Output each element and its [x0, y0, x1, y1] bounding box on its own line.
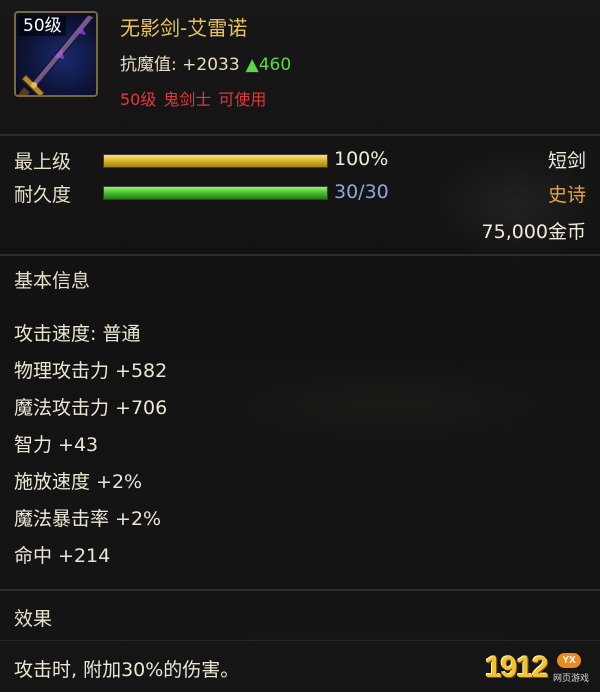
resist-value: 抗魔值: +2033 ▲460	[120, 50, 291, 75]
effect-text: 攻击时, 附加30%的伤害。	[14, 659, 240, 681]
stat-physical-attack: 物理攻击力 +582	[14, 360, 168, 382]
requirements: 50级 鬼剑士 可使用	[120, 86, 273, 110]
requirement-usable: 可使用	[218, 90, 267, 109]
durability-label: 耐久度	[14, 184, 72, 206]
site-logo: 1912 YX 网页游戏	[485, 651, 595, 689]
divider	[0, 589, 600, 591]
resist-delta: ▲460	[245, 55, 292, 75]
grade-value: 100%	[334, 148, 389, 170]
durability-bar	[103, 186, 328, 200]
logo-subtitle: 网页游戏	[553, 674, 590, 684]
logo-text: 1912	[485, 651, 549, 684]
item-price: 75,000金币	[481, 221, 586, 243]
item-level-badge: 50级	[19, 16, 66, 36]
requirement-class: 鬼剑士	[163, 90, 212, 109]
stat-hit: 命中 +214	[14, 545, 111, 567]
stat-intelligence: 智力 +43	[14, 434, 99, 456]
basic-info-title: 基本信息	[14, 270, 91, 292]
resist-label: 抗魔值: +2033	[120, 55, 240, 75]
rarity-label: 史诗	[547, 184, 586, 206]
stat-magic-crit: 魔法暴击率 +2%	[14, 508, 162, 530]
divider	[0, 134, 600, 136]
durability-value: 30/30	[334, 181, 389, 203]
stat-attack-speed: 攻击速度: 普通	[14, 323, 141, 345]
grade-bar	[103, 154, 328, 168]
grade-bar-fill	[104, 155, 327, 167]
item-name: 无影剑-艾雷诺	[120, 16, 248, 40]
divider	[0, 254, 600, 256]
effect-title: 效果	[14, 608, 53, 630]
durability-bar-fill	[104, 187, 327, 199]
grade-label: 最上级	[14, 151, 72, 173]
item-icon[interactable]: 50级	[14, 11, 98, 97]
requirement-level: 50级	[120, 90, 157, 109]
stat-cast-speed: 施放速度 +2%	[14, 471, 143, 493]
logo-badge: YX	[557, 653, 581, 668]
background-glow	[200, 360, 580, 450]
stat-magic-attack: 魔法攻击力 +706	[14, 397, 168, 419]
weapon-type: 短剑	[547, 150, 586, 172]
item-tooltip: 50级 无影剑-艾雷诺 抗魔值: +2033 ▲460 50级 鬼剑士 可使用 最上级…	[0, 0, 600, 692]
divider	[0, 640, 600, 641]
